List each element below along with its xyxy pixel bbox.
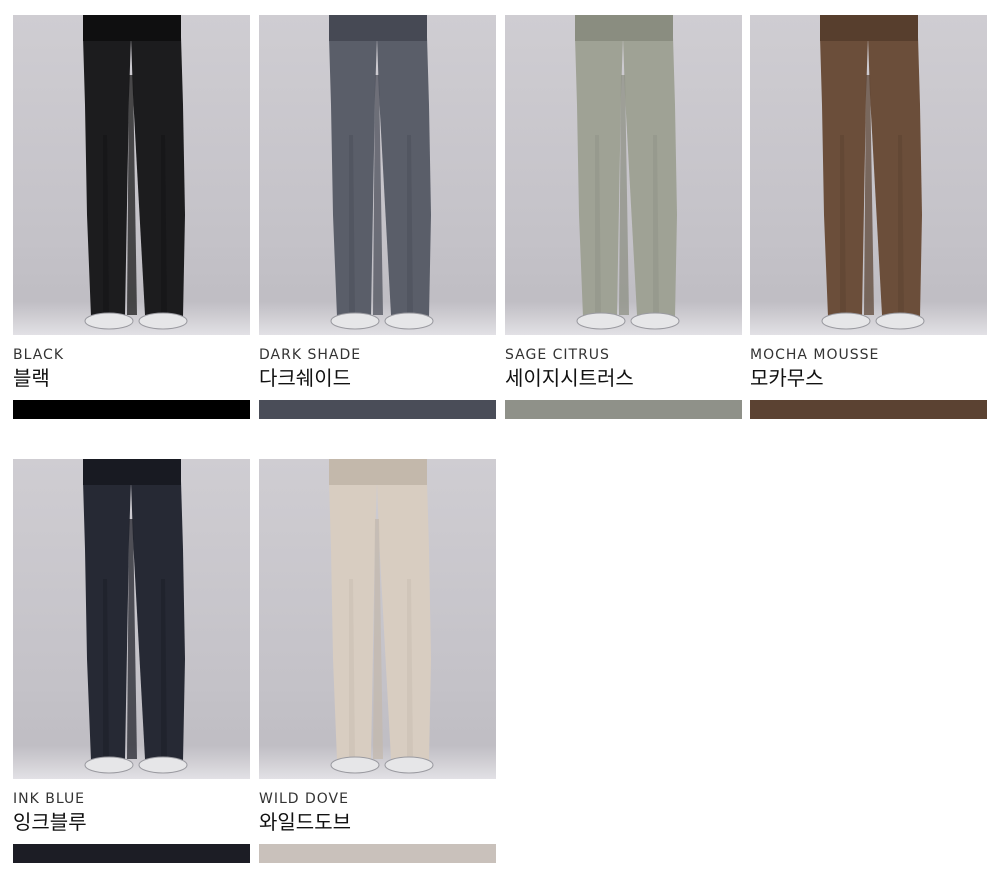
color-swatch[interactable]	[259, 400, 496, 419]
product-card-mocha-mousse[interactable]: MOCHA MOUSSE 모카무스	[750, 15, 987, 419]
waistband	[83, 459, 181, 485]
color-name-en: DARK SHADE	[259, 347, 362, 363]
color-name-en: INK BLUE	[13, 791, 86, 807]
product-card-ink-blue[interactable]: INK BLUE 잉크블루	[13, 459, 250, 863]
right-shoe	[875, 312, 925, 330]
right-shoe	[138, 312, 188, 330]
color-name-ko: 블랙	[13, 366, 50, 390]
left-shoe	[821, 312, 871, 330]
right-shoe	[630, 312, 680, 330]
pants-illustration	[83, 15, 188, 330]
product-card-dark-shade[interactable]: DARK SHADE 다크쉐이드	[259, 15, 496, 419]
product-card-sage-citrus[interactable]: SAGE CITRUS 세이지시트러스	[505, 15, 742, 419]
right-leg	[131, 37, 185, 317]
left-shoe	[84, 756, 134, 774]
pants-illustration	[83, 459, 188, 774]
product-photo[interactable]	[13, 459, 250, 779]
pants-illustration	[329, 15, 434, 330]
color-name-en: MOCHA MOUSSE	[750, 347, 880, 363]
color-name-ko: 모카무스	[750, 366, 824, 390]
right-leg	[377, 481, 431, 761]
color-name-ko: 와일드도브	[259, 810, 351, 834]
color-name-en: BLACK	[13, 347, 65, 363]
waistband	[575, 15, 673, 41]
color-swatch[interactable]	[13, 400, 250, 419]
product-card-black[interactable]: BLACK 블랙	[13, 15, 250, 419]
color-swatch[interactable]	[505, 400, 742, 419]
left-shoe	[330, 756, 380, 774]
right-leg	[131, 481, 185, 761]
left-shoe	[576, 312, 626, 330]
color-name-en: WILD DOVE	[259, 791, 349, 807]
waistband	[83, 15, 181, 41]
right-leg	[868, 37, 922, 317]
waistband	[329, 459, 427, 485]
right-shoe	[138, 756, 188, 774]
right-shoe	[384, 756, 434, 774]
waistband	[820, 15, 918, 41]
right-leg	[623, 37, 677, 317]
right-leg	[377, 37, 431, 317]
color-name-en: SAGE CITRUS	[505, 347, 610, 363]
color-swatch[interactable]	[259, 844, 496, 863]
left-shoe	[84, 312, 134, 330]
pants-illustration	[820, 15, 925, 330]
color-swatch[interactable]	[750, 400, 987, 419]
product-photo[interactable]	[13, 15, 250, 335]
color-name-ko: 잉크블루	[13, 810, 87, 834]
product-photo[interactable]	[259, 15, 496, 335]
left-shoe	[330, 312, 380, 330]
pants-illustration	[329, 459, 434, 774]
color-name-ko: 세이지시트러스	[505, 366, 634, 390]
color-name-ko: 다크쉐이드	[259, 366, 351, 390]
right-shoe	[384, 312, 434, 330]
product-card-wild-dove[interactable]: WILD DOVE 와일드도브	[259, 459, 496, 863]
product-photo[interactable]	[505, 15, 742, 335]
product-photo[interactable]	[750, 15, 987, 335]
product-photo[interactable]	[259, 459, 496, 779]
pants-illustration	[575, 15, 680, 330]
color-swatch[interactable]	[13, 844, 250, 863]
waistband	[329, 15, 427, 41]
